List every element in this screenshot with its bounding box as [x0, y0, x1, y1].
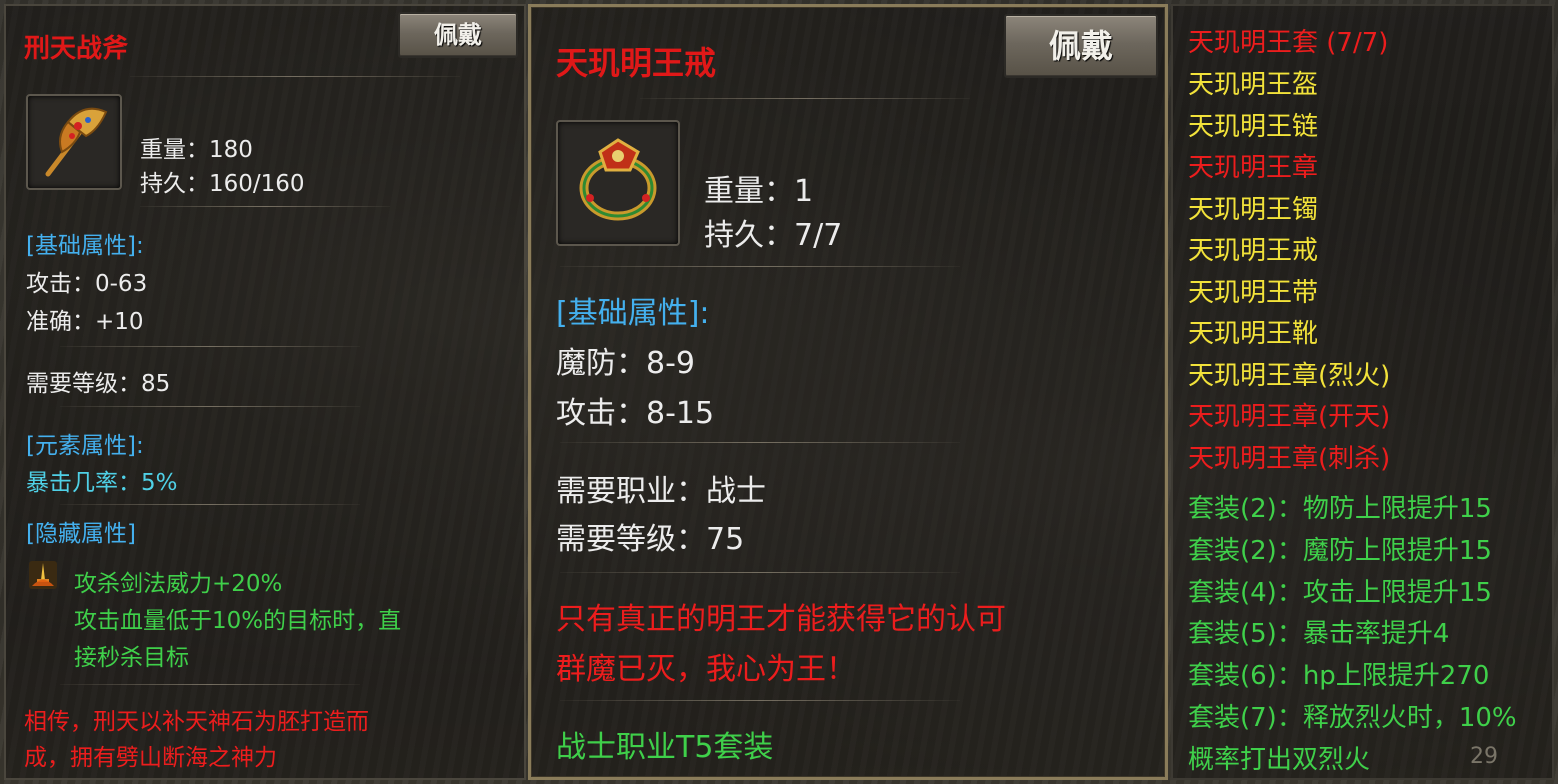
item-slot[interactable]	[556, 120, 680, 246]
attack-text: 攻击：8-15	[556, 396, 715, 431]
set-item: 天玑明王盔	[1188, 70, 1319, 100]
basic-attr-header: [基础属性]:	[26, 233, 144, 259]
set-item: 天玑明王章(烈火)	[1188, 360, 1391, 391]
set-bonus: 套装(5)：暴击率提升4	[1188, 619, 1450, 650]
attack-text: 攻击：0-63	[26, 271, 148, 297]
lore-text: 相传，刑天以补天神石为胚打造而	[24, 709, 369, 735]
page-number: 29	[1470, 744, 1498, 769]
set-bonus: 套装(4)：攻击上限提升15	[1188, 577, 1492, 608]
set-name-text: 战士职业T5套装	[556, 730, 774, 765]
class-req-text: 需要职业：战士	[556, 474, 766, 509]
set-item: 天玑明王戒	[1188, 236, 1319, 266]
divider	[560, 442, 960, 443]
item-title: 天玑明王戒	[556, 44, 717, 82]
lore-text: 成，拥有劈山断海之神力	[24, 745, 277, 771]
divider	[560, 700, 960, 701]
divider	[60, 346, 360, 347]
durability-text: 持久：7/7	[704, 218, 843, 253]
level-req-text: 需要等级：85	[26, 371, 171, 397]
set-bonus: 概率打出双烈火	[1188, 744, 1371, 775]
equip-button[interactable]: 佩戴	[398, 12, 518, 58]
durability-text: 持久：160/160	[140, 171, 305, 197]
set-bonus: 套装(6)：hp上限提升270	[1188, 661, 1490, 692]
accuracy-text: 准确：+10	[26, 309, 144, 335]
level-req-text: 需要等级：75	[556, 522, 745, 557]
set-item: 天玑明王带	[1188, 277, 1319, 308]
axe-icon	[45, 107, 108, 177]
lore-text: 群魔已灭，我心为王！	[556, 652, 856, 687]
hidden-attr-header: [隐藏属性]	[26, 521, 136, 547]
set-item: 天玑明王镯	[1188, 194, 1319, 225]
set-item: 天玑明王靴	[1188, 319, 1319, 349]
set-item: 天玑明王章	[1188, 153, 1319, 183]
divider	[60, 406, 360, 407]
divider	[140, 206, 390, 207]
lore-text: 只有真正的明王才能获得它的认可	[556, 602, 1006, 637]
set-bonus: 套装(2)：魔防上限提升15	[1188, 535, 1492, 566]
magic-def-text: 魔防：8-9	[556, 346, 695, 381]
weight-text: 重量：180	[140, 137, 253, 163]
ring-icon	[579, 138, 657, 221]
item-slot[interactable]	[26, 94, 122, 190]
hidden-attr-line: 攻击血量低于10%的目标时，直	[74, 608, 402, 634]
divider	[560, 572, 960, 573]
basic-attr-header: [基础属性]:	[556, 296, 710, 331]
divider	[560, 266, 960, 267]
hidden-attr-line: 攻杀剑法威力+20%	[74, 571, 283, 597]
sword-skill-icon	[28, 560, 58, 590]
divider	[60, 684, 360, 685]
equip-button[interactable]: 佩戴	[1004, 14, 1158, 78]
set-item: 天玑明王章(刺杀)	[1188, 443, 1391, 474]
item-title: 刑天战斧	[24, 34, 129, 64]
set-bonus: 套装(2)：物防上限提升15	[1188, 494, 1492, 524]
set-item: 天玑明王章(开天)	[1188, 402, 1391, 432]
set-item: 天玑明王链	[1188, 111, 1319, 142]
crit-text: 暴击几率：5%	[26, 470, 178, 496]
set-bonus: 套装(7)：释放烈火时，10%	[1188, 703, 1517, 733]
hidden-attr-line: 接秒杀目标	[74, 645, 189, 671]
weight-text: 重量：1	[704, 174, 814, 209]
divider	[130, 76, 460, 77]
divider	[640, 98, 970, 99]
set-title: 天玑明王套 (7/7)	[1188, 28, 1389, 58]
element-attr-header: [元素属性]:	[26, 433, 144, 459]
divider	[60, 504, 360, 505]
